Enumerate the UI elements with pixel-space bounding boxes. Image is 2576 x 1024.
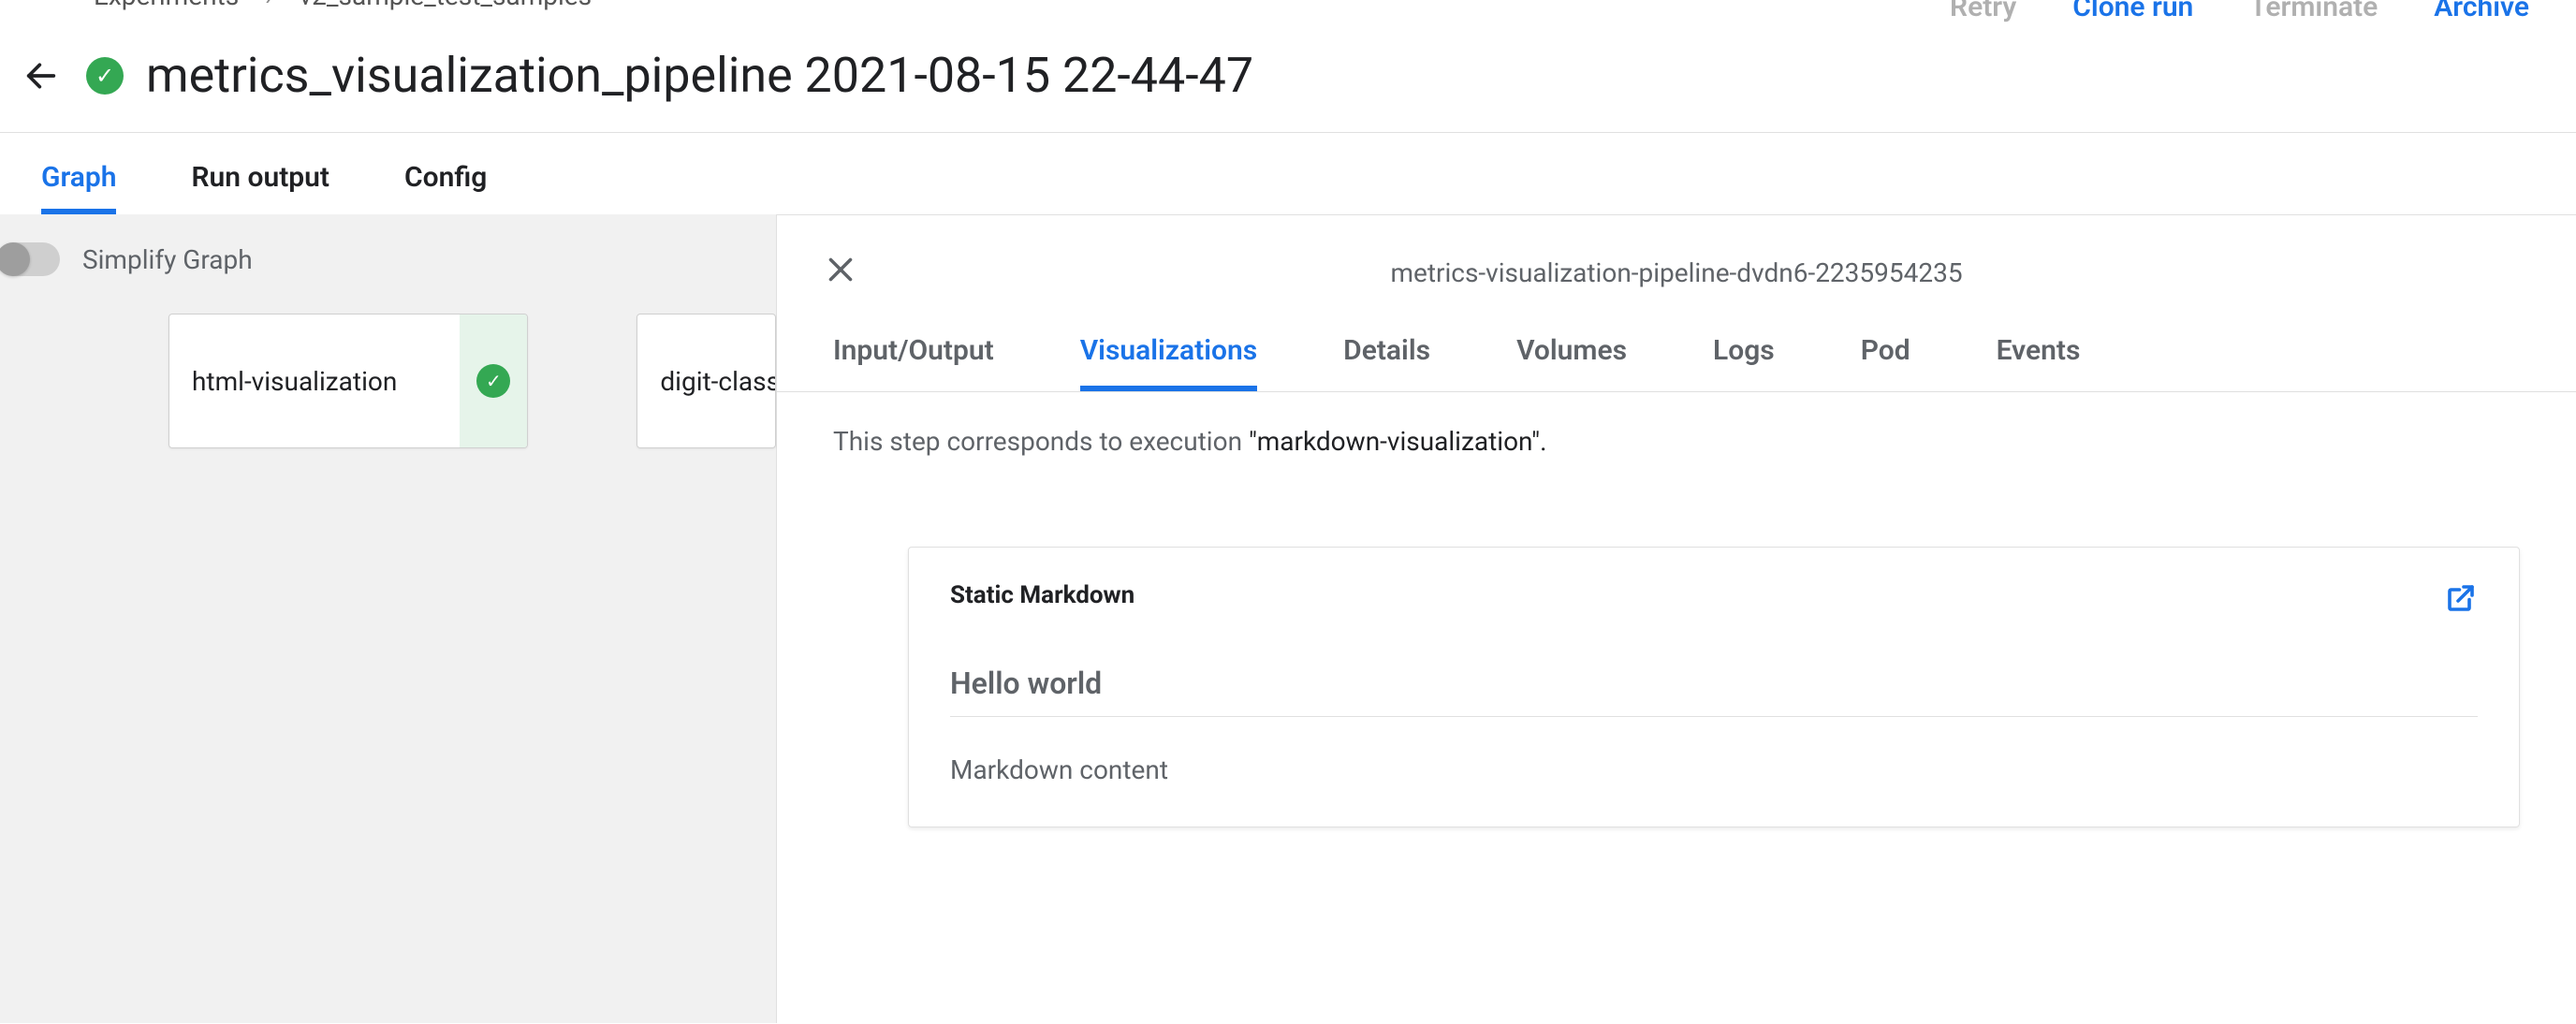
page-title: metrics_visualization_pipeline 2021-08-1… xyxy=(146,47,2539,104)
tab-details[interactable]: Details xyxy=(1343,334,1430,391)
markdown-body: Markdown content xyxy=(950,754,2478,785)
node-status-strip: ✓ xyxy=(460,315,527,447)
page-header: ✓ metrics_visualization_pipeline 2021-08… xyxy=(0,9,2576,133)
graph-panel: Simplify Graph html-visualization ✓ digi… xyxy=(0,214,777,1023)
back-arrow-icon[interactable] xyxy=(22,57,60,95)
tab-input-output[interactable]: Input/Output xyxy=(833,334,994,391)
close-icon[interactable] xyxy=(824,253,857,293)
terminate-button[interactable]: Terminate xyxy=(2249,0,2378,23)
tab-graph[interactable]: Graph xyxy=(41,161,116,214)
step-description: This step corresponds to execution "mark… xyxy=(777,392,2576,490)
markdown-heading: Hello world xyxy=(950,666,2478,717)
graph-node-digit-class[interactable]: digit-class xyxy=(637,314,776,448)
retry-button[interactable]: Retry xyxy=(1950,0,2016,23)
step-execution-name: "markdown-visualization". xyxy=(1249,426,1546,457)
graph-node-label: digit-class xyxy=(637,366,776,397)
simplify-graph-control: Simplify Graph xyxy=(0,242,776,276)
open-in-new-icon[interactable] xyxy=(2444,581,2478,619)
graph-node-html-visualization[interactable]: html-visualization ✓ xyxy=(168,314,528,448)
tab-pod[interactable]: Pod xyxy=(1861,334,1910,391)
check-icon: ✓ xyxy=(476,364,510,398)
simplify-toggle[interactable] xyxy=(0,242,60,276)
card-title: Static Markdown xyxy=(950,581,2478,609)
tab-config[interactable]: Config xyxy=(404,161,487,214)
archive-button[interactable]: Archive xyxy=(2434,0,2529,23)
graph-node-label: html-visualization xyxy=(169,366,419,397)
tab-visualizations[interactable]: Visualizations xyxy=(1080,334,1257,391)
tab-events[interactable]: Events xyxy=(1997,334,2081,391)
tab-logs[interactable]: Logs xyxy=(1713,334,1775,391)
header-actions: Retry Clone run Terminate Archive xyxy=(1950,0,2529,23)
status-success-icon: ✓ xyxy=(86,57,124,95)
clone-run-button[interactable]: Clone run xyxy=(2072,0,2193,23)
simplify-label: Simplify Graph xyxy=(82,244,253,275)
drawer-tabs: Input/Output Visualizations Details Volu… xyxy=(777,293,2576,392)
visualization-card: Static Markdown Hello world Markdown con… xyxy=(908,547,2520,827)
tab-run-output[interactable]: Run output xyxy=(191,161,329,214)
node-detail-drawer: metrics-visualization-pipeline-dvdn6-223… xyxy=(777,214,2576,1023)
drawer-title: metrics-visualization-pipeline-dvdn6-223… xyxy=(1390,257,1962,288)
main-tabs: Graph Run output Config xyxy=(0,133,2576,214)
step-prefix: This step corresponds to execution xyxy=(833,426,1249,457)
tab-volumes[interactable]: Volumes xyxy=(1516,334,1627,391)
